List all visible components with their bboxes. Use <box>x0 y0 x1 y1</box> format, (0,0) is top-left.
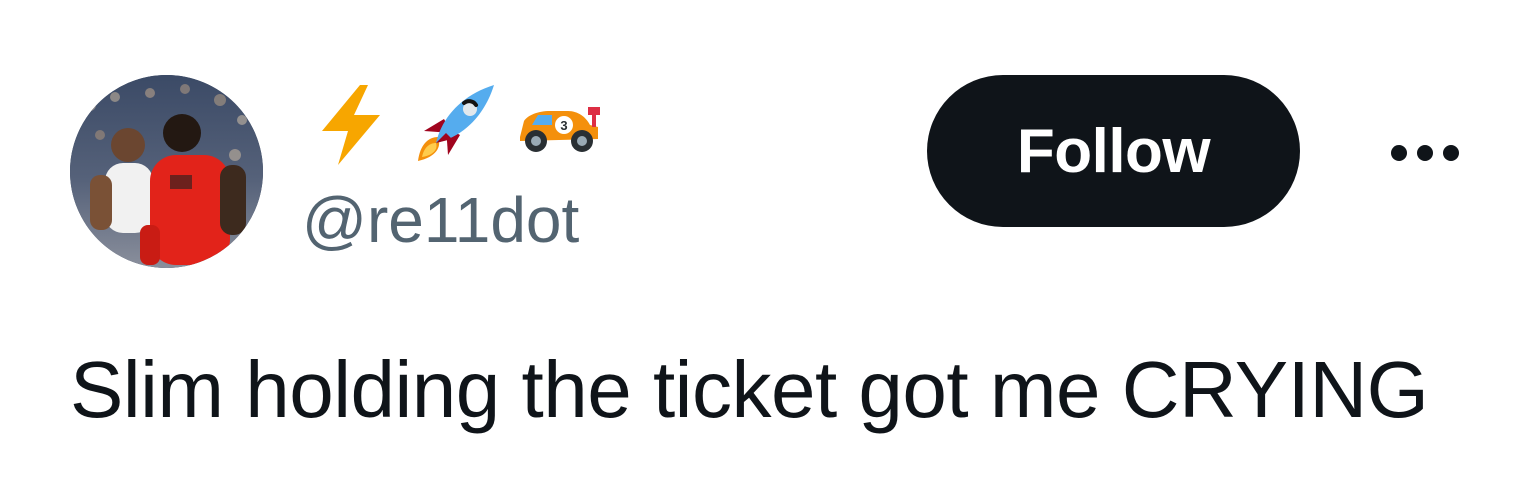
racing-car-emoji: 3 <box>516 81 602 167</box>
author-handle[interactable]: @re11dot <box>302 183 579 257</box>
svg-text:3: 3 <box>560 118 567 133</box>
rocket-emoji <box>412 81 498 167</box>
high-voltage-emoji <box>308 81 394 167</box>
more-options-button[interactable] <box>1375 118 1475 188</box>
follow-button[interactable]: Follow <box>927 75 1300 227</box>
more-horizontal-icon <box>1391 145 1459 161</box>
avatar[interactable] <box>70 75 263 268</box>
author-name-block: 3 @re11dot <box>300 78 860 268</box>
avatar-image <box>70 75 263 268</box>
tweet-text: Slim holding the ticket got me CRYING <box>70 345 1429 434</box>
tweet-header: 3 @re11dot Follow <box>0 0 1518 300</box>
display-name[interactable]: 3 <box>308 78 602 170</box>
